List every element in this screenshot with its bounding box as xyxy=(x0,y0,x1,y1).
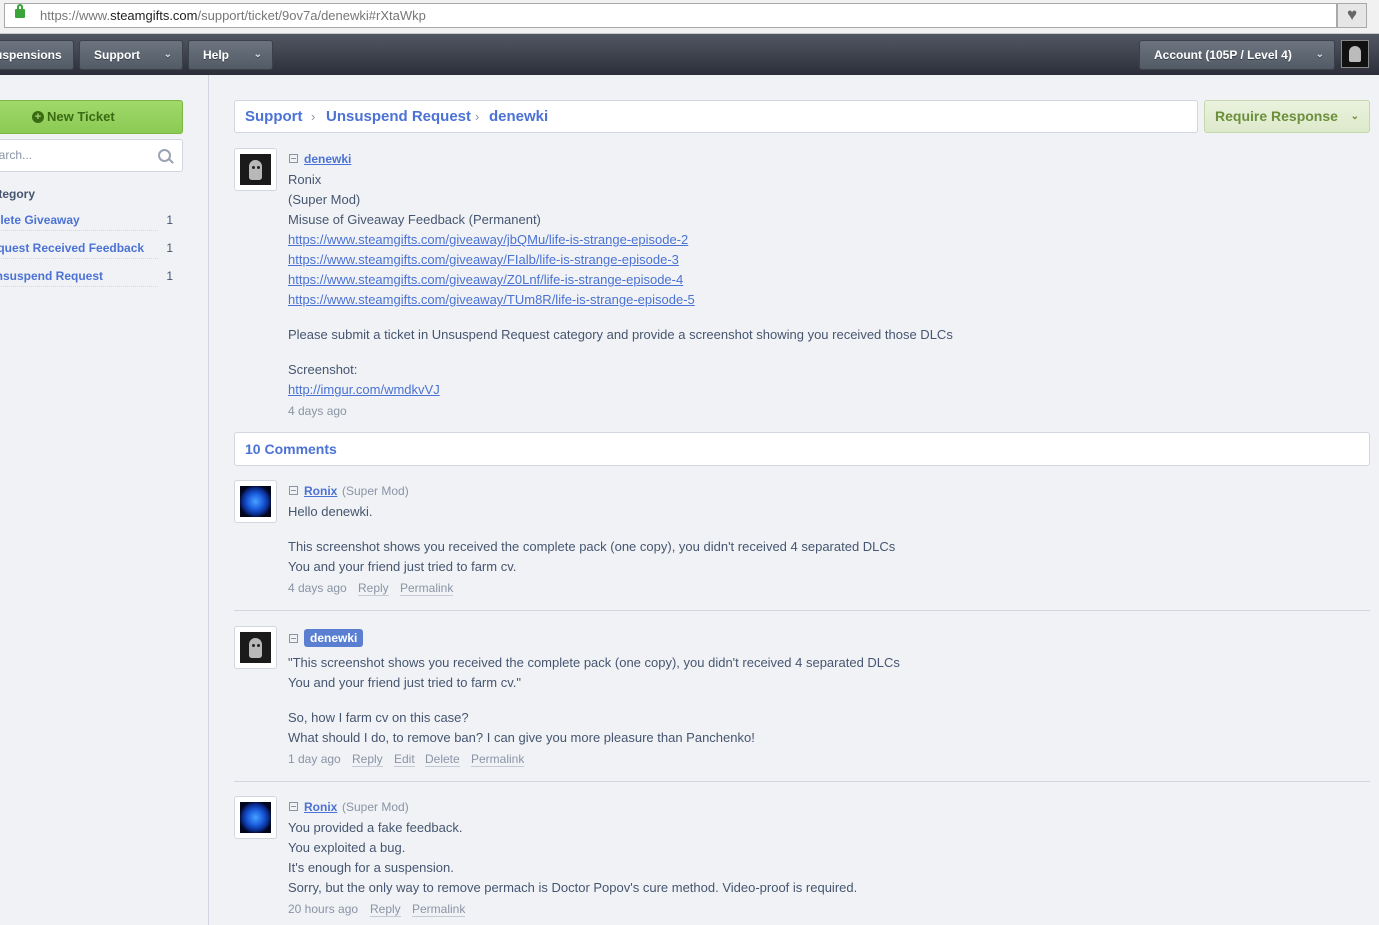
chevron-right-icon: › xyxy=(311,109,316,124)
category-item-request-received-feedback[interactable]: Request Received Feedback 1 xyxy=(0,241,173,263)
comment-avatar[interactable] xyxy=(234,796,277,839)
nav-support[interactable]: Support ⌄ xyxy=(79,40,183,70)
breadcrumb-support[interactable]: Support xyxy=(245,108,303,125)
comment-text: What should I do, to remove ban? I can g… xyxy=(288,730,755,745)
comment-text: You exploited a bug. xyxy=(288,840,406,855)
collapse-icon[interactable] xyxy=(289,154,298,163)
comment-avatar[interactable] xyxy=(234,626,277,669)
browser-address-bar: https://www.steamgifts.com/support/ticke… xyxy=(0,0,1379,34)
permalink-link[interactable]: Permalink xyxy=(412,903,466,917)
reply-link[interactable]: Reply xyxy=(352,753,383,767)
breadcrumb-unsuspend-request[interactable]: Unsuspend Request xyxy=(326,108,471,125)
ticket-instruction: Please submit a ticket in Unsuspend Requ… xyxy=(288,327,953,342)
user-avatar[interactable] xyxy=(1341,40,1369,68)
comment-text: It's enough for a suspension. xyxy=(288,860,454,875)
collapse-icon[interactable] xyxy=(289,634,298,643)
comment-text: You and your friend just tried to farm c… xyxy=(288,675,521,690)
permalink-link[interactable]: Permalink xyxy=(471,753,525,767)
comment-author-name[interactable]: Ronix xyxy=(304,484,337,498)
search-icon[interactable] xyxy=(158,149,171,162)
reply-link[interactable]: Reply xyxy=(370,903,401,917)
nav-account[interactable]: Account (105P / Level 4) ⌄ xyxy=(1139,40,1335,70)
url-text: https://www.steamgifts.com/support/ticke… xyxy=(40,8,426,23)
search-input[interactable] xyxy=(0,148,134,162)
edit-link[interactable]: Edit xyxy=(394,753,415,767)
comment-text: "This screenshot shows you received the … xyxy=(288,655,900,670)
comment-timestamp: 20 hours ago xyxy=(288,902,359,916)
comment-text: You and your friend just tried to farm c… xyxy=(288,559,517,574)
nav-suspensions[interactable]: Suspensions xyxy=(0,40,74,70)
ticket-author-name[interactable]: denewki xyxy=(304,152,351,166)
new-ticket-button[interactable]: + New Ticket xyxy=(0,100,183,134)
giveaway-link[interactable]: https://www.steamgifts.com/giveaway/jbQM… xyxy=(288,232,688,247)
chevron-down-icon: ⌄ xyxy=(1315,49,1324,60)
ticket-text: Ronix xyxy=(288,172,322,187)
require-response-button[interactable]: Require Response ⌄ xyxy=(1204,100,1370,133)
comments-header: 10 Comments xyxy=(234,432,1370,466)
comment-author-badge[interactable]: denewki xyxy=(304,629,364,647)
reply-link[interactable]: Reply xyxy=(358,582,389,596)
nav-help[interactable]: Help ⌄ xyxy=(188,40,273,70)
category-heading: Category xyxy=(0,187,36,201)
url-field[interactable]: https://www.steamgifts.com/support/ticke… xyxy=(4,3,1337,28)
collapse-icon[interactable] xyxy=(289,486,298,495)
chevron-down-icon: ⌄ xyxy=(1350,111,1359,122)
comment-timestamp: 1 day ago xyxy=(288,752,341,766)
permalink-link[interactable]: Permalink xyxy=(400,582,454,596)
comment-author-name[interactable]: Ronix xyxy=(304,800,337,814)
ticket-timestamp: 4 days ago xyxy=(288,404,347,418)
screenshot-link[interactable]: http://imgur.com/wmdkvVJ xyxy=(288,382,440,397)
breadcrumb-ticket-user[interactable]: denewki xyxy=(489,108,548,125)
ticket-author-avatar[interactable] xyxy=(234,148,277,191)
delete-link[interactable]: Delete xyxy=(425,753,460,767)
comment-author-role: (Super Mod) xyxy=(342,800,409,814)
favorite-heart-icon[interactable]: ♥ xyxy=(1337,3,1367,28)
giveaway-link[interactable]: https://www.steamgifts.com/giveaway/TUm8… xyxy=(288,292,695,307)
comment-author-role: (Super Mod) xyxy=(342,484,409,498)
breadcrumb: Support › Unsuspend Request › denewki xyxy=(234,100,1198,133)
chevron-down-icon: ⌄ xyxy=(163,49,172,60)
sidebar: +New Ticket Category Delete Giveaway 1 R… xyxy=(0,75,209,925)
chevron-right-icon: › xyxy=(475,109,480,124)
chevron-down-icon: ⌄ xyxy=(253,49,262,60)
ticket-text: Misuse of Giveaway Feedback (Permanent) xyxy=(288,212,541,227)
ticket-text: (Super Mod) xyxy=(288,192,361,207)
comment-divider xyxy=(234,781,1370,782)
giveaway-link[interactable]: https://www.steamgifts.com/giveaway/Z0Ln… xyxy=(288,272,683,287)
comment-timestamp: 4 days ago xyxy=(288,581,347,595)
comment-divider xyxy=(234,610,1370,611)
search-box xyxy=(0,139,183,172)
collapse-icon[interactable] xyxy=(289,802,298,811)
category-item-delete-giveaway[interactable]: Delete Giveaway 1 xyxy=(0,213,173,235)
comment-text: Hello denewki. xyxy=(288,504,373,519)
giveaway-link[interactable]: https://www.steamgifts.com/giveaway/FIal… xyxy=(288,252,679,267)
comment-text: Sorry, but the only way to remove permac… xyxy=(288,880,858,895)
comment-text: This screenshot shows you received the c… xyxy=(288,539,896,554)
comment-text: So, how I farm cv on this case? xyxy=(288,710,469,725)
comment-avatar[interactable] xyxy=(234,480,277,523)
plus-circle-icon: + xyxy=(32,111,44,123)
comment-text: You provided a fake feedback. xyxy=(288,820,463,835)
site-navbar: Suspensions Support⌄ Help⌄ Account (105P… xyxy=(0,34,1379,75)
lock-icon xyxy=(15,4,25,18)
screenshot-label: Screenshot: xyxy=(288,362,358,377)
category-item-unsuspend-request[interactable]: Unsuspend Request 1 xyxy=(0,269,173,291)
